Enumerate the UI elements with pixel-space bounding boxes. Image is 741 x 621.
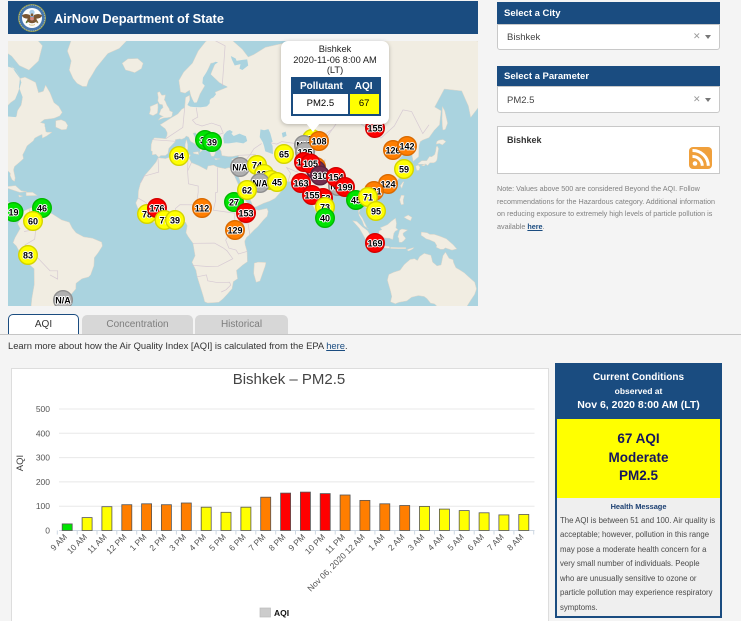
svg-text:3 AM: 3 AM xyxy=(406,532,427,553)
svg-text:169: 169 xyxy=(367,238,382,248)
svg-text:39: 39 xyxy=(170,215,180,225)
svg-text:7 AM: 7 AM xyxy=(485,532,506,553)
svg-text:129: 129 xyxy=(227,225,242,235)
svg-text:64: 64 xyxy=(174,151,184,161)
svg-text:10 AM: 10 AM xyxy=(65,532,89,556)
svg-text:45: 45 xyxy=(272,177,282,187)
svg-text:12 PM: 12 PM xyxy=(104,532,128,556)
svg-text:65: 65 xyxy=(279,149,289,159)
svg-text:11 AM: 11 AM xyxy=(85,532,109,556)
svg-text:N/A: N/A xyxy=(232,162,248,172)
svg-text:6 AM: 6 AM xyxy=(465,532,486,553)
svg-text:39: 39 xyxy=(207,137,217,147)
svg-text:108: 108 xyxy=(311,136,326,146)
svg-text:8 PM: 8 PM xyxy=(266,532,287,553)
svg-text:155: 155 xyxy=(304,190,319,200)
svg-text:6 PM: 6 PM xyxy=(227,532,248,553)
svg-text:Bishkek – PM2.5: Bishkek – PM2.5 xyxy=(233,371,346,388)
svg-text:200: 200 xyxy=(36,477,50,487)
svg-text:N/A: N/A xyxy=(55,295,71,305)
svg-text:500: 500 xyxy=(36,404,50,414)
svg-text:46: 46 xyxy=(37,203,47,213)
svg-text:112: 112 xyxy=(195,203,210,213)
svg-text:2 PM: 2 PM xyxy=(147,532,168,553)
svg-text:155: 155 xyxy=(367,123,382,133)
svg-text:0: 0 xyxy=(45,526,50,536)
svg-text:310: 310 xyxy=(312,171,327,181)
svg-text:5 PM: 5 PM xyxy=(207,532,228,553)
svg-text:100: 100 xyxy=(36,501,50,511)
svg-text:300: 300 xyxy=(36,453,50,463)
svg-text:40: 40 xyxy=(320,213,330,223)
svg-text:1 AM: 1 AM xyxy=(366,532,387,553)
svg-text:2 AM: 2 AM xyxy=(386,532,407,553)
svg-text:3 PM: 3 PM xyxy=(167,532,188,553)
svg-text:1 PM: 1 PM xyxy=(127,532,148,553)
svg-text:8 AM: 8 AM xyxy=(505,532,526,553)
svg-text:AQI: AQI xyxy=(15,455,26,471)
svg-text:71: 71 xyxy=(363,192,373,202)
svg-text:4 PM: 4 PM xyxy=(187,532,208,553)
svg-text:4 AM: 4 AM xyxy=(426,532,447,553)
svg-text:10 PM: 10 PM xyxy=(303,532,327,556)
svg-text:62: 62 xyxy=(242,185,252,195)
svg-text:19: 19 xyxy=(8,207,18,217)
svg-text:59: 59 xyxy=(399,164,409,174)
svg-text:400: 400 xyxy=(36,428,50,438)
svg-text:199: 199 xyxy=(337,182,352,192)
svg-text:95: 95 xyxy=(371,206,381,216)
svg-text:27: 27 xyxy=(229,197,239,207)
svg-text:83: 83 xyxy=(23,250,33,260)
svg-text:5 AM: 5 AM xyxy=(445,532,466,553)
svg-text:7 PM: 7 PM xyxy=(247,532,268,553)
svg-text:60: 60 xyxy=(28,216,38,226)
svg-text:AQI: AQI xyxy=(274,608,289,618)
svg-text:142: 142 xyxy=(399,141,414,151)
svg-text:153: 153 xyxy=(238,208,253,218)
